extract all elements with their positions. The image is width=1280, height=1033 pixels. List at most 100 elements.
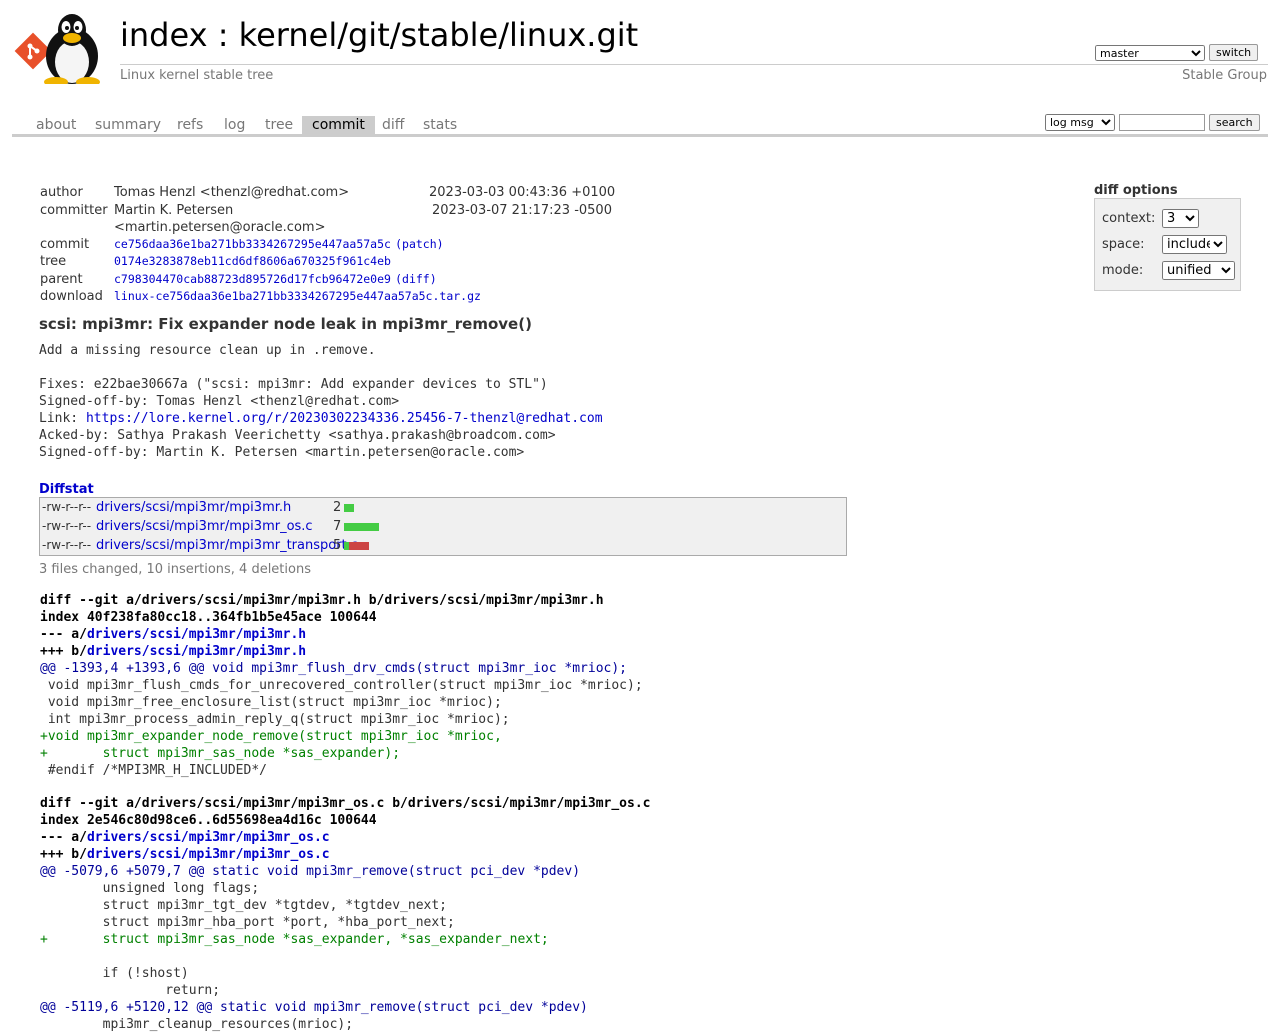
header-divider [120, 64, 1268, 65]
patch-link[interactable]: patch [402, 237, 437, 251]
minus-prefix: --- a/ [40, 830, 87, 845]
file-path-link[interactable]: drivers/scsi/mpi3mr/mpi3mr_transport.c [96, 536, 358, 555]
author-value: Tomas Henzl <thenzl@redhat.com> [114, 185, 350, 200]
commit-info-table: author Tomas Henzl <thenzl@redhat.com> 2… [38, 184, 615, 306]
change-bar [344, 523, 379, 531]
lore-link[interactable]: https://lore.kernel.org/r/20230302234336… [86, 411, 603, 426]
repo-link[interactable]: kernel/git/stable/linux.git [239, 16, 639, 54]
search-button[interactable]: search [1209, 114, 1260, 131]
diff-context-line: if (!shost) [40, 966, 189, 981]
space-option-row: space: include [1102, 235, 1227, 254]
page-title: index : kernel/git/stable/linux.git [120, 16, 638, 54]
diff-minus-line: --- a/drivers/scsi/mpi3mr/mpi3mr_os.c [40, 829, 650, 846]
mode-label: mode: [1102, 263, 1144, 278]
diff-context-line: struct mpi3mr_hba_port *port, *hba_port_… [40, 915, 455, 930]
diff-added-line: + struct mpi3mr_sas_node *sas_expander, … [40, 932, 549, 947]
space-label: space: [1102, 237, 1145, 252]
plus-prefix: +++ b/ [40, 847, 87, 862]
committer-date: 2023-03-07 21:17:23 -0500 [432, 202, 612, 218]
tree-row: tree 0174e3283878eb11cd6df8606a670325f96… [38, 253, 615, 271]
diff-context-line: int mpi3mr_process_admin_reply_q(struct … [40, 712, 510, 727]
diff-plus-line: +++ b/drivers/scsi/mpi3mr/mpi3mr.h [40, 643, 650, 660]
parent-row: parent c798304470cab88723d895726d17fcb96… [40, 271, 437, 287]
tab-diff[interactable]: diff [372, 116, 414, 134]
diff-context-line: struct mpi3mr_tgt_dev *tgtdev, *tgtdev_n… [40, 898, 447, 913]
change-count: 2 [333, 500, 342, 515]
file-mode: -rw-r--r-- [42, 538, 92, 552]
diff-context-line: #endif /*MPI3MR_H_INCLUDED*/ [40, 763, 267, 778]
old-file-link[interactable]: drivers/scsi/mpi3mr/mpi3mr_os.c [87, 830, 330, 845]
tab-log[interactable]: log [214, 116, 255, 134]
diff-file-header: diff --git a/drivers/scsi/mpi3mr/mpi3mr.… [40, 593, 604, 608]
tab-refs[interactable]: refs [167, 116, 213, 134]
context-select[interactable]: 3 [1162, 209, 1199, 228]
diff-plus-line: +++ b/drivers/scsi/mpi3mr/mpi3mr_os.c [40, 846, 650, 863]
diffstat-row: -rw-r--r-- drivers/scsi/mpi3mr/mpi3mr.h … [42, 498, 842, 517]
space-select[interactable]: include [1162, 235, 1227, 254]
file-path-link[interactable]: drivers/scsi/mpi3mr/mpi3mr_os.c [96, 517, 313, 536]
minus-prefix: --- a/ [40, 627, 87, 642]
message-signed-off: Signed-off-by: Tomas Henzl <thenzl@redha… [39, 394, 400, 409]
download-link[interactable]: linux-ce756daa36e1ba271bb3334267295e447a… [114, 289, 481, 303]
tab-commit[interactable]: commit [302, 116, 375, 134]
diff-hunk-header: @@ -5079,6 +5079,7 @@ static void mpi3mr… [40, 864, 581, 879]
file-path-link[interactable]: drivers/scsi/mpi3mr/mpi3mr.h [96, 498, 291, 517]
diff-options-title: diff options [1094, 183, 1178, 198]
insertions-bar [344, 523, 379, 531]
tab-about[interactable]: about [26, 116, 86, 134]
link-prefix: Link: [39, 411, 86, 426]
diff-added-line: +void mpi3mr_expander_node_remove(struct… [40, 729, 502, 744]
commit-hash-link[interactable]: ce756daa36e1ba271bb3334267295e447aa57a5c [114, 237, 391, 251]
message-signed-off: Signed-off-by: Martin K. Petersen <marti… [39, 445, 525, 460]
parent-diff-link[interactable]: diff [402, 272, 430, 286]
diff-minus-line: --- a/drivers/scsi/mpi3mr/mpi3mr.h [40, 626, 650, 643]
tab-tree[interactable]: tree [255, 116, 303, 134]
diff-file-header: diff --git a/drivers/scsi/mpi3mr/mpi3mr_… [40, 796, 651, 811]
search-mode-select[interactable]: log msg [1045, 114, 1115, 131]
diff-hunk-header: @@ -5119,6 +5120,12 @@ static void mpi3m… [40, 1000, 588, 1015]
commit-label: commit [40, 236, 90, 252]
mode-option-row: mode: unified [1102, 261, 1235, 280]
committer-label: committer [40, 202, 108, 218]
diff-context-line: unsigned long flags; [40, 881, 260, 896]
diffstat-summary: 3 files changed, 10 insertions, 4 deleti… [39, 562, 311, 577]
author-label: author [40, 185, 83, 200]
message-link-line: Link: https://lore.kernel.org/r/20230302… [39, 410, 603, 427]
tree-hash-link[interactable]: 0174e3283878eb11cd6df8606a670325f961c4eb [114, 254, 391, 268]
commit-row: commit ce756daa36e1ba271bb3334267295e447… [40, 236, 444, 252]
change-bar [344, 542, 369, 550]
branch-select[interactable]: master [1095, 44, 1205, 61]
committer-row: committer Martin K. Petersen <martin.pet… [38, 202, 615, 236]
old-file-link[interactable]: drivers/scsi/mpi3mr/mpi3mr.h [87, 627, 306, 642]
download-row: download linux-ce756daa36e1ba271bb333426… [38, 288, 615, 306]
mode-select[interactable]: unified [1162, 261, 1235, 280]
tab-stats[interactable]: stats [413, 116, 467, 134]
context-label: context: [1102, 211, 1156, 226]
search-form: log msg search [1045, 114, 1260, 131]
parent-hash-link[interactable]: c798304470cab88723d895726d17fcb96472e0e9 [114, 272, 391, 286]
insertions-bar [344, 504, 354, 512]
diffstat-table: -rw-r--r-- drivers/scsi/mpi3mr/mpi3mr.h … [39, 497, 847, 556]
diff-context-line [40, 948, 650, 965]
repo-owner: Stable Group [1182, 68, 1267, 83]
diff-index-line: index 40f238fa80cc18..364fb1b5e45ace 100… [40, 610, 377, 625]
new-file-link[interactable]: drivers/scsi/mpi3mr/mpi3mr.h [87, 644, 306, 659]
search-input[interactable] [1119, 114, 1205, 131]
commit-subject: scsi: mpi3mr: Fix expander node leak in … [39, 315, 532, 333]
diff-options-panel: context: 3 space: include mode: unified [1094, 198, 1241, 291]
change-count: 5 [333, 538, 342, 553]
change-bar [344, 504, 354, 512]
diffstat-row: -rw-r--r-- drivers/scsi/mpi3mr/mpi3mr_tr… [42, 536, 842, 555]
cgit-logo-icon[interactable] [14, 12, 110, 84]
file-mode: -rw-r--r-- [42, 519, 92, 533]
new-file-link[interactable]: drivers/scsi/mpi3mr/mpi3mr_os.c [87, 847, 330, 862]
author-row: author Tomas Henzl <thenzl@redhat.com> 2… [38, 184, 615, 202]
switch-button[interactable]: switch [1209, 44, 1259, 61]
message-fixes: Fixes: e22bae30667a ("scsi: mpi3mr: Add … [39, 377, 548, 392]
diffstat-header-link[interactable]: Diffstat [39, 482, 94, 497]
tab-summary[interactable]: summary [85, 116, 171, 134]
diff-context-line: void mpi3mr_free_enclosure_list(struct m… [40, 695, 502, 710]
index-link[interactable]: index [120, 16, 208, 54]
change-count: 7 [333, 519, 342, 534]
message-acked-by: Acked-by: Sathya Prakash Veerichetty <sa… [39, 428, 556, 443]
